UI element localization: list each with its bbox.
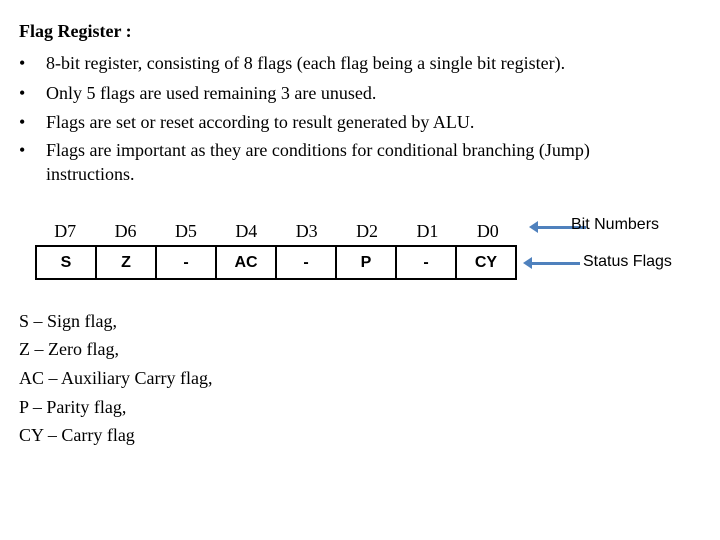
bit-number: D1 xyxy=(416,221,439,241)
bit-number-row: D7 D6 D5 D4 D3 D2 D1 D0 xyxy=(35,221,518,245)
slide-title: Flag Register : xyxy=(19,21,132,41)
flag-cell: - xyxy=(395,245,457,280)
bit-number: D3 xyxy=(295,221,318,241)
bullet-icon: • xyxy=(19,83,26,103)
status-flag-row: S Z - AC - P - CY xyxy=(35,245,517,280)
bullet-icon: • xyxy=(19,140,26,160)
bullet-text: 8-bit register, consisting of 8 flags (e… xyxy=(46,53,566,73)
arrow-left-icon xyxy=(523,257,580,269)
flag-cell: - xyxy=(275,245,337,280)
flag-cell: - xyxy=(155,245,217,280)
flag-register-table: S Z - AC - P - CY xyxy=(35,245,517,280)
status-flags-label: Status Flags xyxy=(583,253,672,270)
bullet-text: Only 5 flags are used remaining 3 are un… xyxy=(46,83,377,103)
legend-item: AC – Auxiliary Carry flag, xyxy=(19,368,213,388)
bullet-text: Flags are important as they are conditio… xyxy=(46,140,590,160)
flag-cell: P xyxy=(335,245,397,280)
bullet-text: Flags are set or reset according to resu… xyxy=(46,112,475,132)
legend-item: CY – Carry flag xyxy=(19,425,135,445)
flag-cell: Z xyxy=(95,245,157,280)
bit-number: D7 xyxy=(54,221,77,241)
bit-numbers-label: Bit Numbers xyxy=(571,216,660,233)
legend-item: P – Parity flag, xyxy=(19,397,127,417)
flag-cell: CY xyxy=(455,245,517,280)
bullet-icon: • xyxy=(19,53,26,73)
bit-number: D5 xyxy=(174,221,197,241)
bit-number: D4 xyxy=(235,221,258,241)
bit-number: D0 xyxy=(476,221,499,241)
flag-cell: S xyxy=(35,245,97,280)
bullet-continuation: instructions. xyxy=(46,164,135,184)
legend-item: S – Sign flag, xyxy=(19,311,118,331)
flag-cell: AC xyxy=(215,245,277,280)
bit-number: D6 xyxy=(114,221,137,241)
legend-item: Z – Zero flag, xyxy=(19,339,119,359)
bullet-icon: • xyxy=(19,112,26,132)
bit-number: D2 xyxy=(356,221,379,241)
